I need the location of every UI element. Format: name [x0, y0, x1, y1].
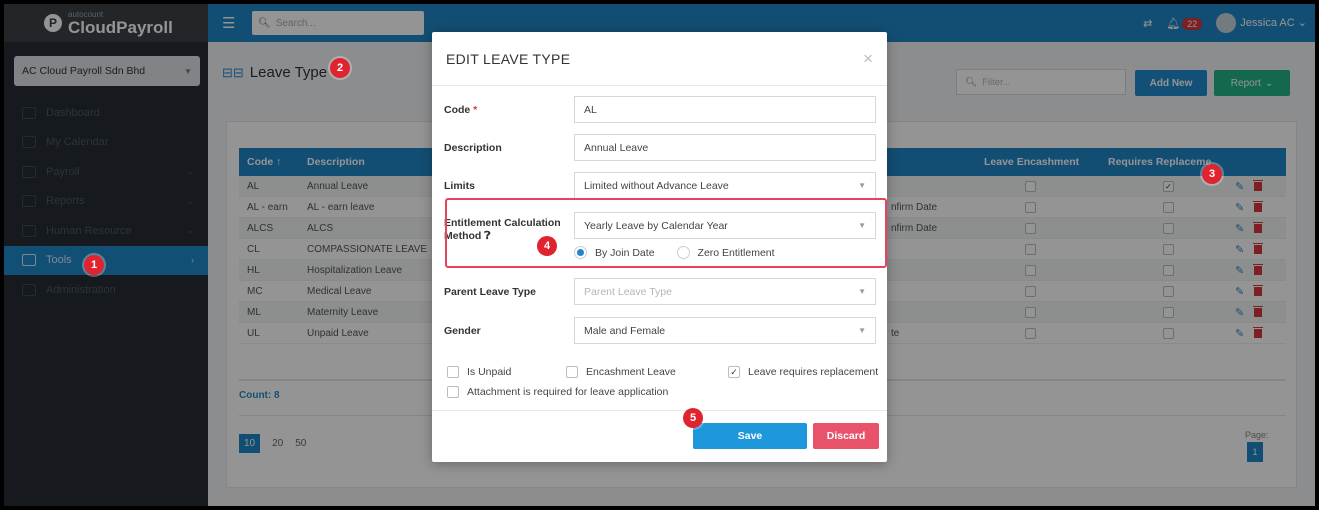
description-field[interactable]: Annual Leave — [574, 134, 876, 161]
code-label: Code * — [444, 104, 478, 116]
dialog-footer: Save Discard — [432, 410, 887, 462]
step-marker-2: 2 — [330, 58, 350, 78]
limits-select[interactable]: Limited without Advance Leave ▼ — [574, 172, 876, 199]
highlight-box — [445, 198, 887, 268]
encashment-leave-label: Encashment Leave — [586, 366, 676, 378]
leave-requires-replacement-label: Leave requires replacement — [748, 366, 879, 378]
chevron-down-icon: ▼ — [858, 181, 866, 190]
discard-button[interactable]: Discard — [813, 423, 879, 449]
gender-label: Gender — [444, 325, 481, 337]
required-mark: * — [473, 104, 478, 116]
close-icon[interactable]: × — [863, 49, 873, 69]
parent-leave-type-label: Parent Leave Type — [444, 286, 537, 298]
description-label: Description — [444, 142, 502, 154]
is-unpaid-checkbox[interactable] — [447, 366, 459, 378]
step-marker-1: 1 — [84, 255, 104, 275]
options-checkboxes: Is Unpaid Encashment Leave ✓ Leave requi… — [447, 362, 878, 402]
save-button[interactable]: Save — [693, 423, 807, 449]
attachment-required-label: Attachment is required for leave applica… — [467, 386, 669, 398]
attachment-required-checkbox[interactable] — [447, 386, 459, 398]
step-marker-5: 5 — [683, 408, 703, 428]
gender-select[interactable]: Male and Female ▼ — [574, 317, 876, 344]
chevron-down-icon: ▼ — [858, 326, 866, 335]
limits-label: Limits — [444, 180, 475, 192]
dialog-header: EDIT LEAVE TYPE × — [432, 32, 887, 86]
encashment-leave-checkbox[interactable] — [566, 366, 578, 378]
app-frame: P autocount CloudPayroll AC Cloud Payrol… — [4, 4, 1315, 506]
chevron-down-icon: ▼ — [858, 287, 866, 296]
leave-requires-replacement-checkbox[interactable]: ✓ — [728, 366, 740, 378]
is-unpaid-label: Is Unpaid — [467, 366, 512, 378]
step-marker-3: 3 — [1202, 164, 1222, 184]
step-marker-4: 4 — [537, 236, 557, 256]
dialog-title: EDIT LEAVE TYPE — [446, 50, 571, 67]
parent-leave-type-select[interactable]: Parent Leave Type ▼ — [574, 278, 876, 305]
code-field[interactable]: AL — [574, 96, 876, 123]
